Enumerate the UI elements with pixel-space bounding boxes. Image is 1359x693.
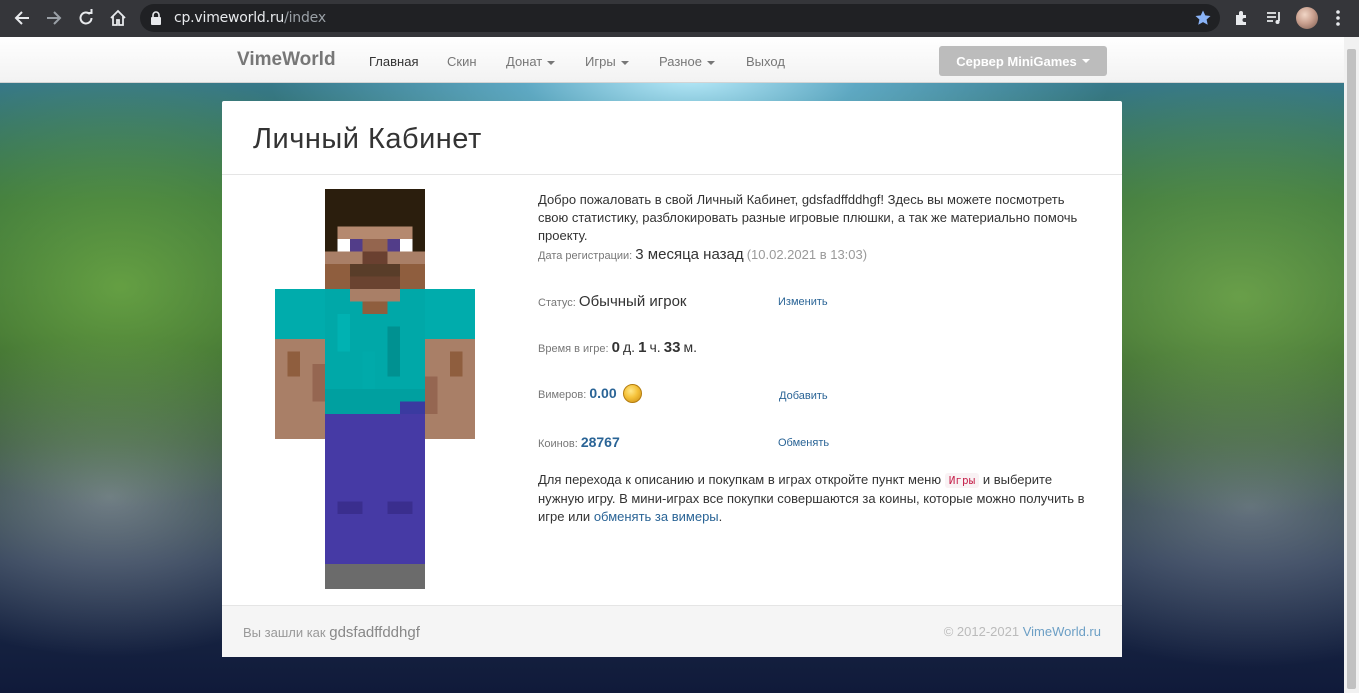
logged-in-prefix: Вы зашли как <box>243 625 326 640</box>
vimers-value: 0.00 <box>589 385 617 401</box>
scrollbar-thumb[interactable] <box>1347 49 1356 689</box>
registration-value: 3 месяца назад <box>635 246 744 263</box>
caret-down-icon <box>547 60 556 65</box>
nav-item-misc[interactable]: Разное <box>659 54 715 69</box>
caret-down-icon <box>620 60 629 65</box>
exchange-vimers-link[interactable]: обменять за вимеры <box>594 509 719 524</box>
page-title: Личный Кабинет <box>253 123 482 155</box>
registration-row: Дата регистрации: 3 месяца назад (10.02.… <box>538 246 867 263</box>
coins-row: Коинов: 28767 <box>538 434 620 450</box>
vimers-label: Вимеров: <box>538 389 587 401</box>
welcome-text: Добро пожаловать в свой Личный Кабинет, … <box>538 192 1078 243</box>
forward-arrow-icon[interactable] <box>40 4 68 32</box>
registration-exact: (10.02.2021 в 13:03) <box>746 247 868 262</box>
url-path: /index <box>284 10 326 26</box>
copyright-years: © 2012-2021 <box>943 624 1020 639</box>
brand-logo[interactable]: VimeWorld <box>237 49 336 71</box>
nav-item-logout[interactable]: Выход <box>746 54 785 69</box>
media-icon[interactable] <box>1260 4 1288 32</box>
playtime-row: Время в игре: 0 д. 1 ч. 33 м. <box>538 339 697 356</box>
add-vimers-link[interactable]: Добавить <box>779 390 828 402</box>
server-select-button[interactable]: Сервер MiniGames <box>939 46 1107 76</box>
nav-item-misc-label: Разное <box>659 54 702 69</box>
nav-item-donate[interactable]: Донат <box>506 54 556 69</box>
playtime-hours: 1 <box>638 339 647 356</box>
back-arrow-icon[interactable] <box>8 4 36 32</box>
address-bar[interactable]: cp.vimeworld.ru/index <box>140 4 1220 32</box>
copyright: © 2012-2021 VimeWorld.ru <box>944 624 1101 639</box>
logged-in-as: Вы зашли как gdsfadffddhgf <box>243 624 420 641</box>
nav-item-skin[interactable]: Скин <box>447 54 477 69</box>
coins-value: 28767 <box>580 434 620 450</box>
player-skin-preview <box>275 189 475 589</box>
server-select-label: Сервер MiniGames <box>956 53 1077 69</box>
playtime-hours-unit: ч. <box>649 339 661 355</box>
nav-item-donate-label: Донат <box>506 54 543 69</box>
caret-down-icon <box>706 60 715 65</box>
profile-avatar[interactable] <box>1296 7 1318 29</box>
lock-icon[interactable] <box>150 11 162 30</box>
vimers-row: Вимеров: 0.00 <box>538 383 642 405</box>
page-background: VimeWorld Главная Скин Донат Игры Разное… <box>0 37 1344 693</box>
status-label: Статус: <box>538 297 576 309</box>
menu-dots-icon[interactable] <box>1324 4 1352 32</box>
caret-down-icon <box>1081 59 1090 63</box>
info-end: . <box>718 509 723 524</box>
coins-label: Коинов: <box>538 438 578 450</box>
url-text: cp.vimeworld.ru/index <box>174 10 326 26</box>
panel-footer: Вы зашли как gdsfadffddhgf © 2012-2021 V… <box>222 605 1122 657</box>
username: gdsfadffddhgf <box>329 624 420 641</box>
divider <box>222 174 1122 175</box>
change-status-link[interactable]: Изменить <box>778 296 828 308</box>
info-part1: Для перехода к описанию и покупкам в игр… <box>538 472 942 487</box>
nav-item-home[interactable]: Главная <box>369 54 418 69</box>
nav-item-games-label: Игры <box>585 54 616 69</box>
playtime-days: 0 <box>611 339 620 356</box>
page-scrollbar[interactable] <box>1344 37 1359 693</box>
status-value: Обычный игрок <box>578 293 687 310</box>
reload-icon[interactable] <box>72 4 100 32</box>
playtime-minutes-unit: м. <box>683 339 698 355</box>
top-navbar: VimeWorld Главная Скин Донат Игры Разное… <box>0 37 1344 83</box>
url-host: cp.vimeworld.ru <box>174 10 285 26</box>
browser-toolbar: cp.vimeworld.ru/index <box>0 0 1359 37</box>
status-row: Статус: Обычный игрок <box>538 293 686 310</box>
playtime-days-unit: д. <box>622 339 636 355</box>
registration-label: Дата регистрации: <box>538 250 633 262</box>
account-panel: Личный Кабинет Добро пожаловать в свой Л… <box>222 101 1122 657</box>
nav-item-games[interactable]: Игры <box>585 54 629 69</box>
site-link[interactable]: VimeWorld.ru <box>1023 624 1101 639</box>
playtime-label: Время в игре: <box>538 343 609 355</box>
star-icon[interactable] <box>1194 9 1212 32</box>
extensions-icon[interactable] <box>1228 4 1256 32</box>
vimer-coin-icon <box>622 383 642 403</box>
playtime-minutes: 33 <box>663 339 681 356</box>
home-icon[interactable] <box>104 4 132 32</box>
games-menu-code: Игры <box>944 473 980 488</box>
games-info-text: Для перехода к описанию и покупкам в игр… <box>538 471 1098 526</box>
exchange-coins-link[interactable]: Обменять <box>778 437 829 449</box>
